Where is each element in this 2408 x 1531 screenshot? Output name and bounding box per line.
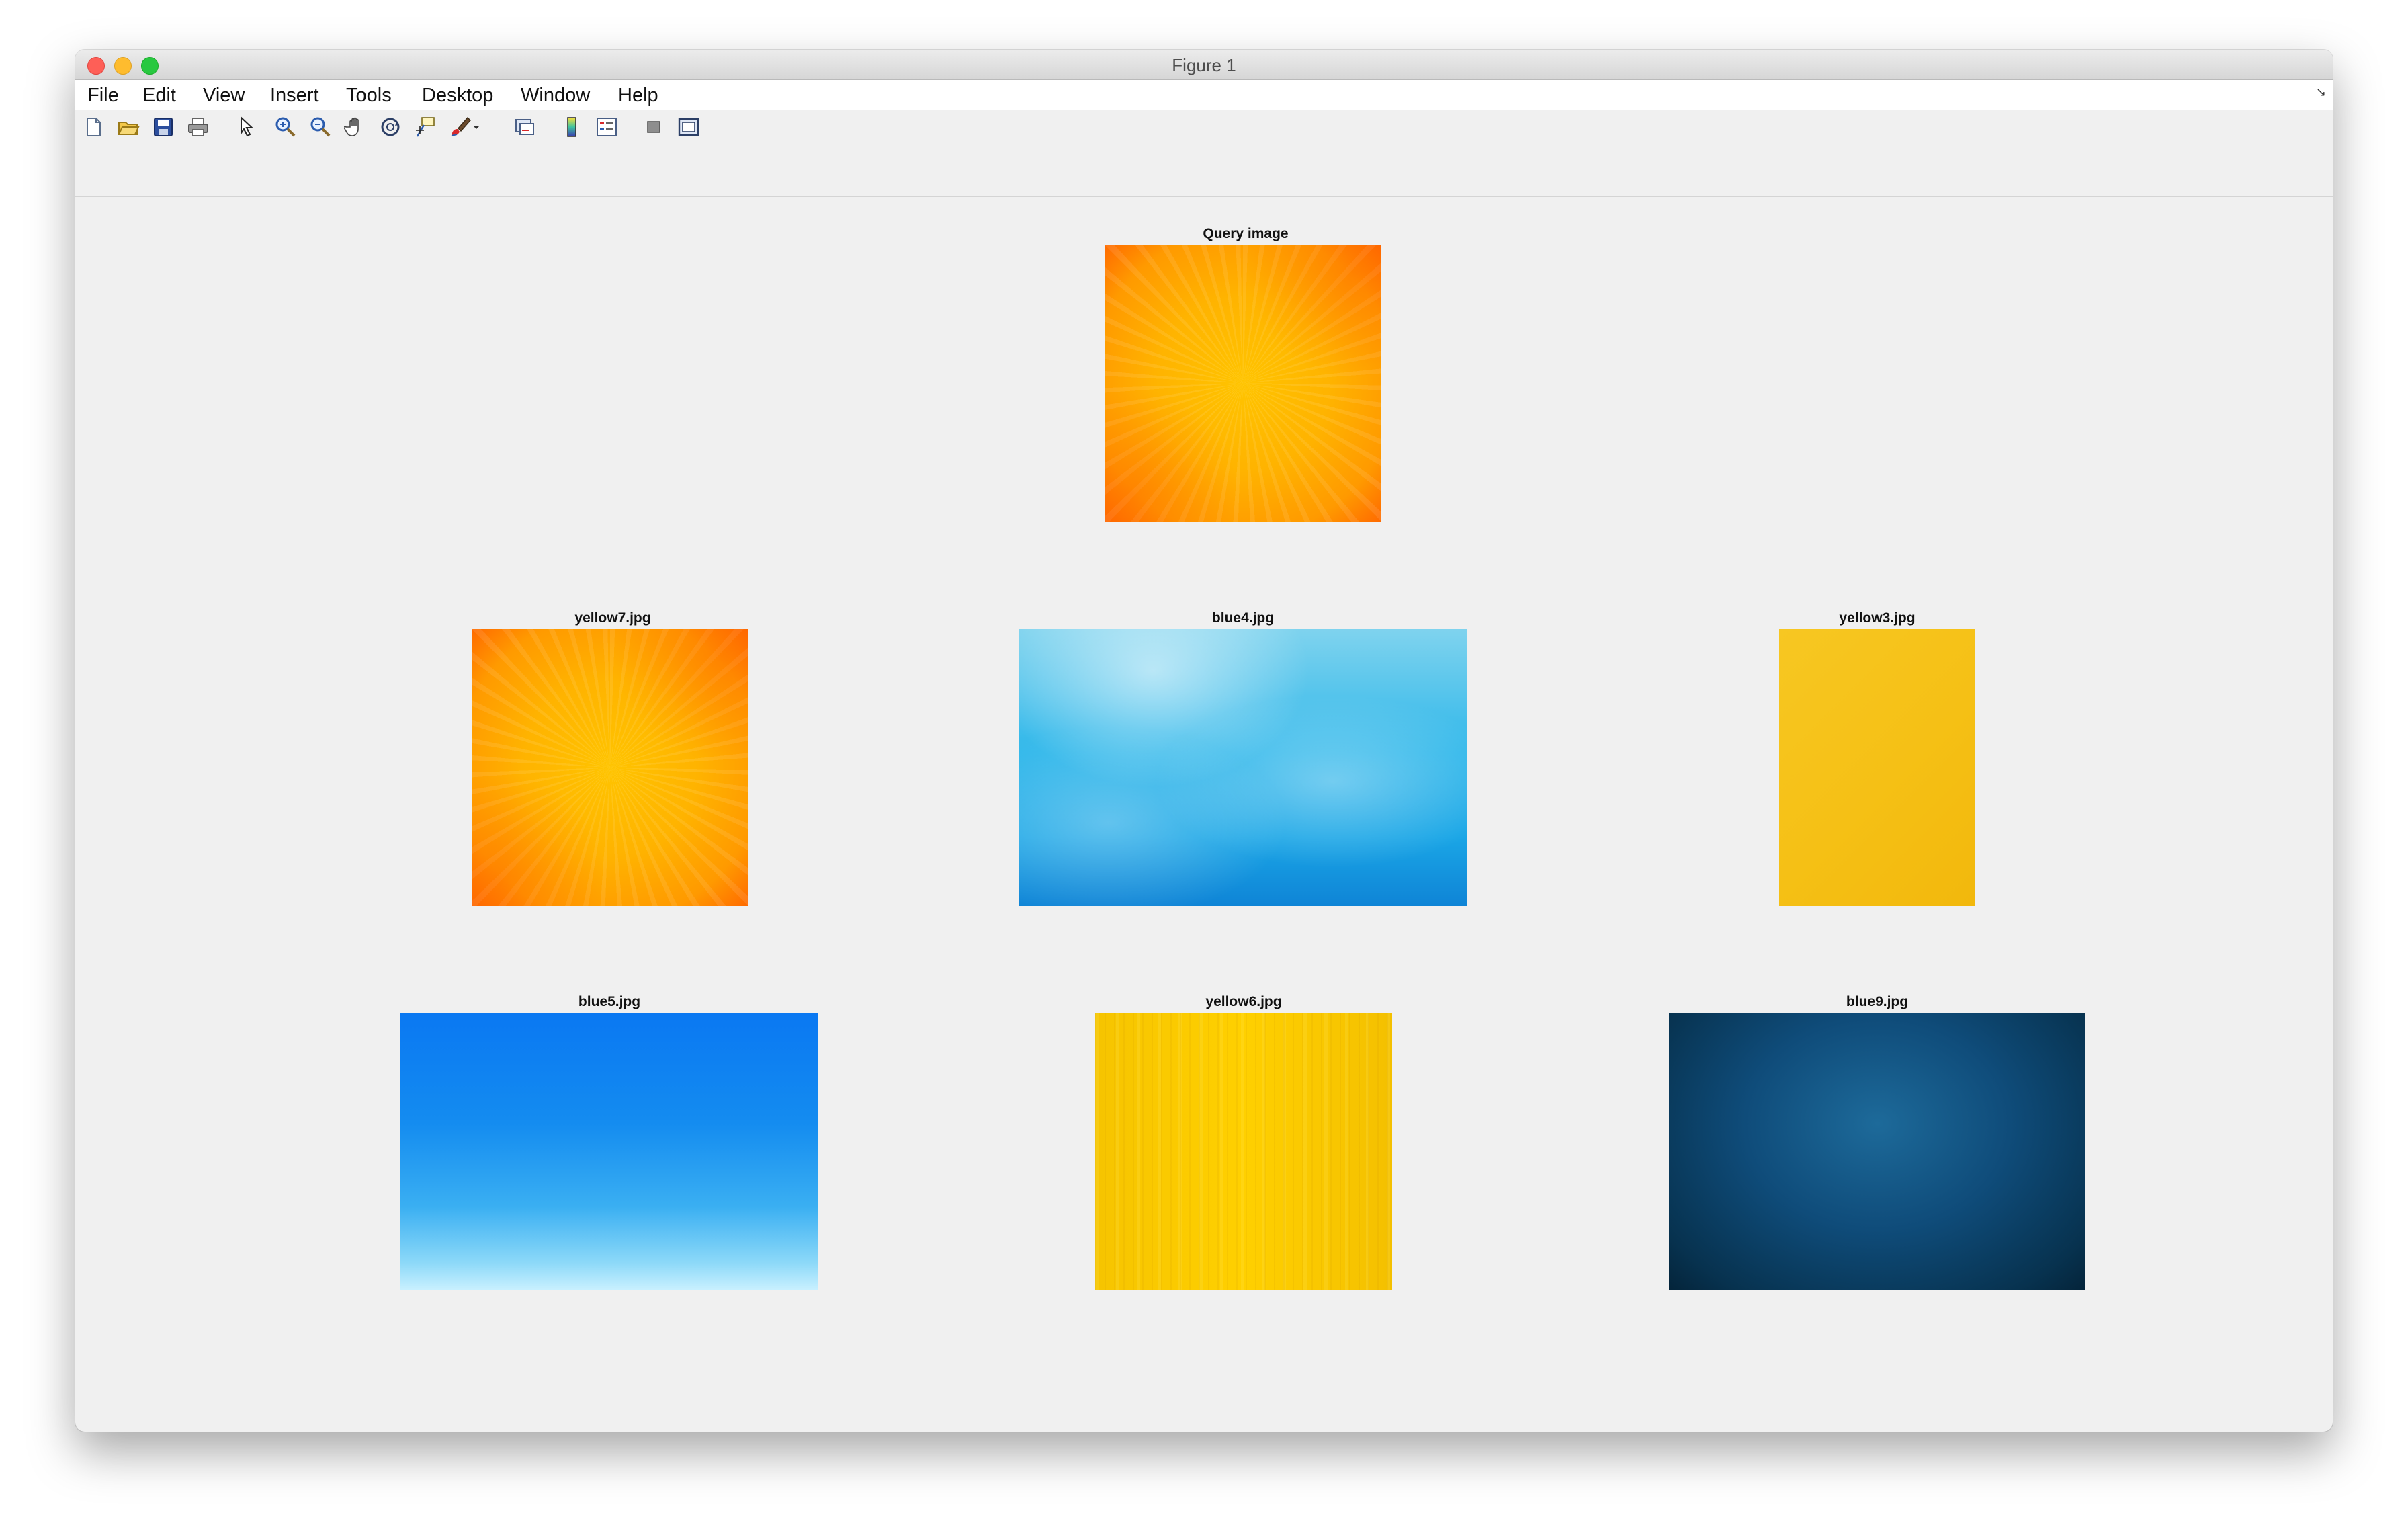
menu-window[interactable]: Window — [521, 85, 590, 107]
brush-icon[interactable] — [449, 116, 472, 138]
insert-legend-icon[interactable] — [595, 116, 618, 138]
result-image-blue5 — [400, 1013, 818, 1290]
query-image — [1105, 245, 1381, 522]
insert-colorbar-icon[interactable] — [560, 116, 583, 138]
result-image-blue4 — [1019, 629, 1467, 906]
figure-toolbar — [75, 110, 2333, 197]
title-bar[interactable]: Figure 1 — [75, 50, 2333, 80]
menu-edit[interactable]: Edit — [142, 85, 176, 107]
link-plot-icon[interactable] — [513, 116, 536, 138]
result-image-yellow7 — [472, 629, 748, 906]
undock-arrow-icon[interactable]: ↘ — [2316, 85, 2326, 99]
axes-title-yellow7: yellow7.jpg — [574, 610, 651, 626]
rotate-3d-icon[interactable] — [379, 116, 402, 138]
axes-title-blue4: blue4.jpg — [1211, 610, 1275, 626]
result-image-blue9 — [1669, 1013, 2086, 1290]
axes-title-yellow6: yellow6.jpg — [1205, 994, 1282, 1009]
menu-bar: File Edit View Insert Tools Desktop Wind… — [75, 80, 2333, 110]
data-cursor-icon[interactable] — [414, 116, 437, 138]
menu-insert[interactable]: Insert — [270, 85, 319, 107]
menu-view[interactable]: View — [203, 85, 245, 107]
menu-help[interactable]: Help — [618, 85, 658, 107]
brush-dropdown-chevron-down-icon[interactable] — [472, 116, 481, 138]
zoom-in-icon[interactable] — [274, 116, 297, 138]
menu-desktop[interactable]: Desktop — [422, 85, 493, 107]
axes-title-blue9: blue9.jpg — [1846, 994, 1909, 1009]
hide-plot-tools-icon[interactable] — [642, 116, 665, 138]
result-image-yellow3 — [1779, 629, 1975, 906]
open-file-icon[interactable] — [117, 116, 140, 138]
window-title: Figure 1 — [1172, 55, 1236, 75]
result-image-yellow6 — [1095, 1013, 1392, 1290]
axes-title-blue5: blue5.jpg — [578, 994, 641, 1009]
pan-hand-icon[interactable] — [344, 116, 367, 138]
print-icon[interactable] — [187, 116, 210, 138]
save-icon[interactable] — [152, 116, 175, 138]
edit-plot-pointer-icon[interactable] — [235, 116, 258, 138]
figure-window: Figure 1 File Edit View Insert Tools Des… — [75, 50, 2333, 1432]
axes-title-query: Query image — [1203, 226, 1289, 241]
menu-file[interactable]: File — [87, 85, 119, 107]
show-plot-tools-icon[interactable] — [677, 116, 700, 138]
axes-title-yellow3: yellow3.jpg — [1839, 610, 1916, 626]
new-figure-icon[interactable] — [82, 116, 105, 138]
zoom-out-icon[interactable] — [309, 116, 332, 138]
menu-tools[interactable]: Tools — [346, 85, 392, 107]
